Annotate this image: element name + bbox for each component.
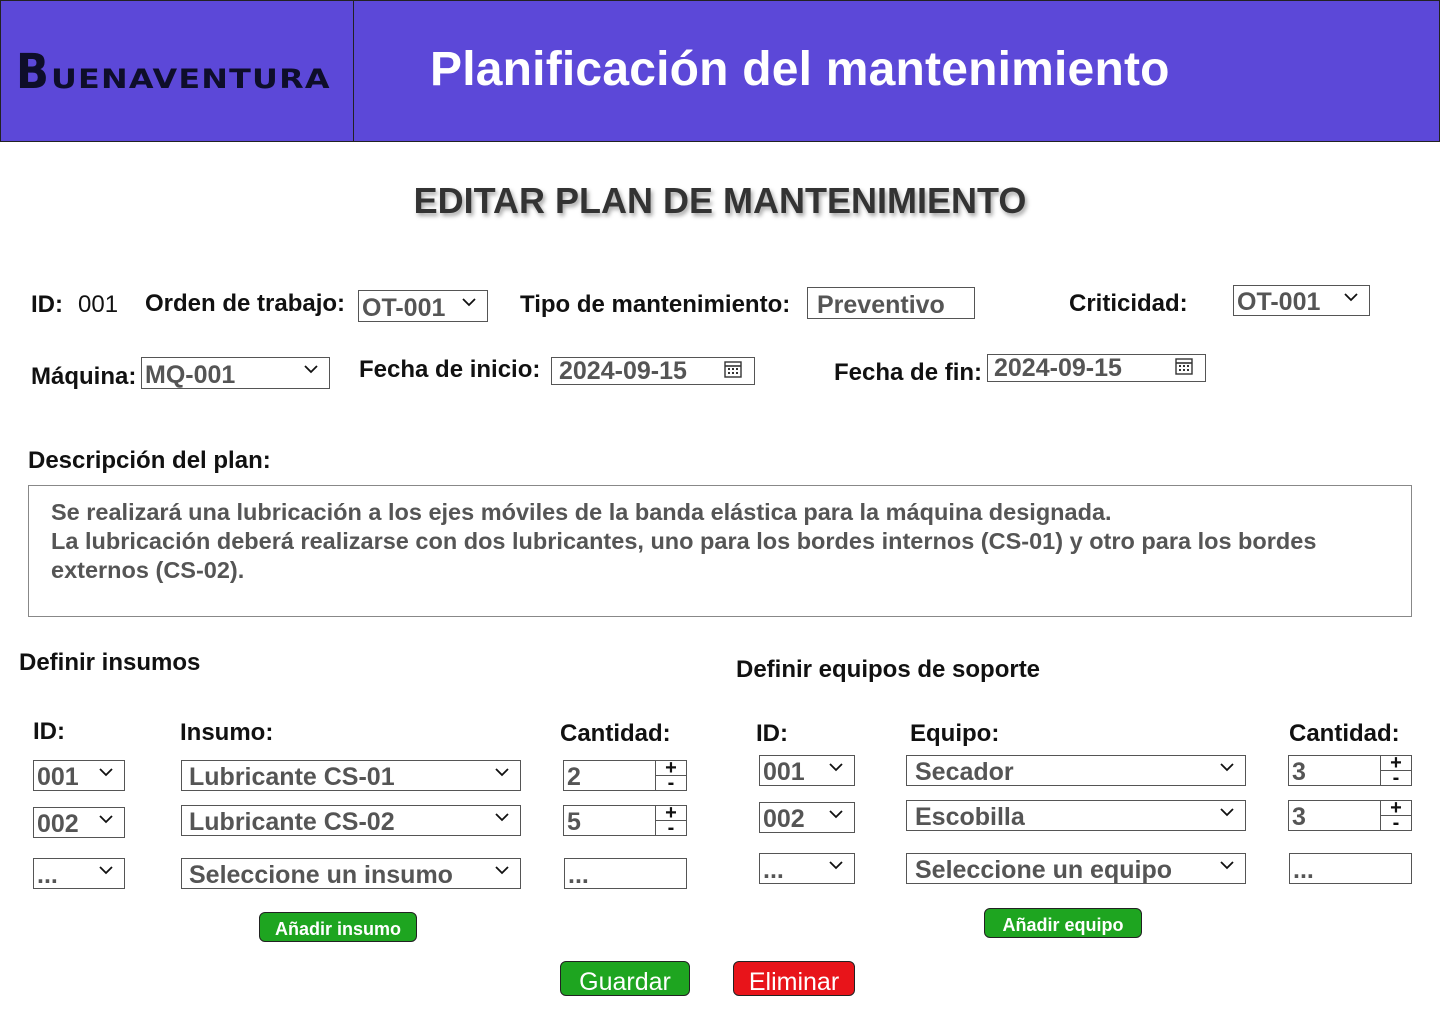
chevron-down-icon — [1220, 807, 1234, 816]
chevron-down-icon — [99, 865, 113, 874]
decrement-button[interactable]: - — [1381, 768, 1411, 788]
maintenance-type-field[interactable]: Preventivo — [807, 287, 975, 319]
equipment-id-select[interactable]: 002 — [759, 802, 855, 833]
equipment-qty-stepper[interactable]: 3 + - — [1288, 753, 1412, 788]
chevron-down-icon — [99, 767, 113, 776]
delete-button[interactable]: Eliminar — [733, 961, 855, 996]
description-line: Se realizará una lubricación a los ejes … — [51, 499, 1112, 525]
supplies-section-title: Definir insumos — [19, 649, 201, 676]
equipment-id-select[interactable]: 001 — [759, 755, 855, 786]
equipment-col-id: ID: — [756, 720, 788, 747]
new-equipment-item-select[interactable]: Seleccione un equipo — [906, 853, 1246, 884]
app-title: Planificación del mantenimiento — [430, 43, 1170, 96]
supply-qty-stepper[interactable]: 5 + - — [563, 803, 687, 838]
criticality-select[interactable]: OT-001 — [1233, 285, 1370, 316]
chevron-down-icon — [829, 860, 843, 869]
supply-item-select[interactable]: Lubricante CS-02 — [181, 805, 521, 836]
end-date-label: Fecha de fin: — [834, 359, 983, 386]
chevron-down-icon — [99, 814, 113, 823]
equipment-item-select[interactable]: Escobilla — [906, 800, 1246, 831]
chevron-down-icon — [829, 809, 843, 818]
supplies-col-qty: Cantidad: — [560, 720, 671, 747]
description-line: La lubricación deberá realizarse con dos… — [51, 528, 1317, 554]
work-order-label: Orden de trabajo: — [145, 290, 346, 317]
new-equipment-qty-input[interactable]: ... — [1289, 853, 1412, 884]
supply-item-select[interactable]: Lubricante CS-01 — [181, 760, 521, 791]
equipment-col-item: Equipo: — [910, 720, 1000, 747]
equipment-qty-stepper[interactable]: 3 + - — [1288, 798, 1412, 833]
supply-qty-stepper[interactable]: 2 + - — [563, 758, 687, 793]
id-label: ID: — [31, 291, 63, 318]
start-date-label: Fecha de inicio: — [359, 356, 541, 383]
chevron-down-icon — [1344, 292, 1358, 301]
supplies-col-id: ID: — [33, 718, 65, 745]
supplies-col-item: Insumo: — [180, 719, 274, 746]
new-equipment-id-select[interactable]: ... — [759, 853, 855, 884]
new-supply-id-select[interactable]: ... — [33, 858, 125, 889]
start-date-input[interactable]: 2024-09-15 — [551, 357, 755, 385]
add-equipment-button[interactable]: Añadir equipo — [984, 908, 1142, 938]
description-textarea[interactable]: Se realizará una lubricación a los ejes … — [28, 485, 1412, 617]
chevron-down-icon — [304, 365, 318, 374]
chevron-down-icon — [462, 298, 476, 307]
machine-select[interactable]: MQ-001 — [141, 357, 330, 389]
id-value: 001 — [78, 291, 119, 318]
chevron-down-icon — [495, 767, 509, 776]
equipment-col-qty: Cantidad: — [1289, 720, 1400, 747]
decrement-button[interactable]: - — [1381, 813, 1411, 833]
chevron-down-icon — [495, 865, 509, 874]
chevron-down-icon — [495, 812, 509, 821]
machine-label: Máquina: — [31, 363, 137, 390]
work-order-select[interactable]: OT-001 — [358, 290, 488, 322]
calendar-icon[interactable] — [1175, 357, 1193, 375]
supply-id-select[interactable]: 002 — [33, 807, 125, 838]
decrement-button[interactable]: - — [656, 773, 686, 793]
new-supply-item-select[interactable]: Seleccione un insumo — [181, 858, 521, 889]
buenaventura-logo: B UENAVENTURA — [16, 44, 331, 100]
new-supply-qty-input[interactable]: ... — [564, 858, 687, 889]
save-button[interactable]: Guardar — [560, 961, 690, 996]
description-label: Descripción del plan: — [28, 447, 271, 474]
chevron-down-icon — [1220, 762, 1234, 771]
maintenance-type-label: Tipo de mantenimiento: — [520, 291, 791, 318]
add-supply-button[interactable]: Añadir insumo — [259, 912, 417, 942]
end-date-input[interactable]: 2024-09-15 — [987, 354, 1206, 382]
calendar-icon[interactable] — [724, 360, 742, 378]
equipment-section-title: Definir equipos de soporte — [736, 656, 1041, 683]
chevron-down-icon — [829, 762, 843, 771]
decrement-button[interactable]: - — [656, 818, 686, 838]
equipment-item-select[interactable]: Secador — [906, 755, 1246, 786]
criticality-label: Criticidad: — [1069, 290, 1188, 317]
description-line: externos (CS-02). — [51, 557, 245, 583]
supply-id-select[interactable]: 001 — [33, 760, 125, 791]
chevron-down-icon — [1220, 860, 1234, 869]
page-title: EDITAR PLAN DE MANTENIMIENTO — [413, 180, 1027, 221]
